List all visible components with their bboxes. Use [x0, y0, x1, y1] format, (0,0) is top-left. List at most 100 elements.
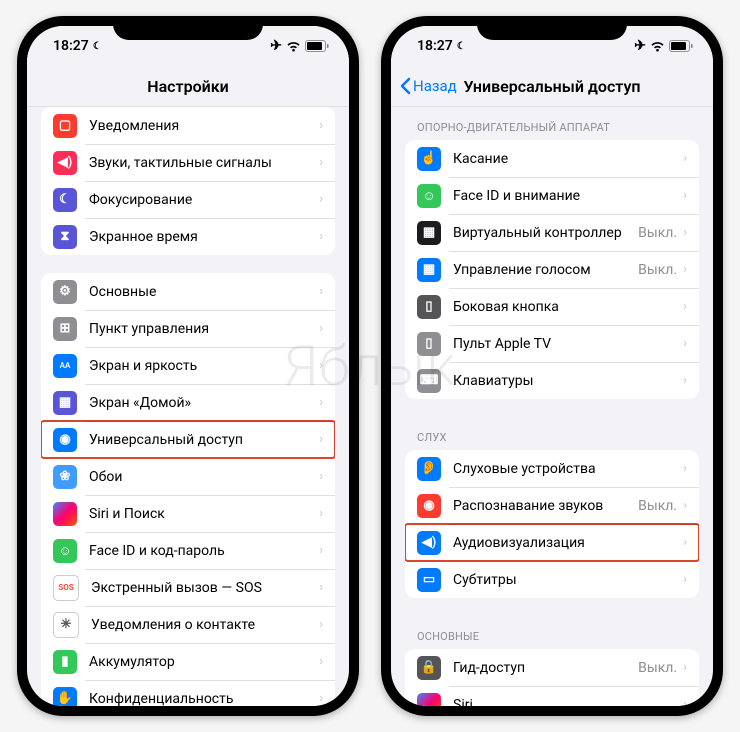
- settings-group: ☝Касание›☺Face ID и внимание›▦Виртуальны…: [405, 140, 699, 399]
- settings-row[interactable]: ✳Уведомления о контакте›: [41, 606, 335, 643]
- control-center-icon: ⊞: [53, 317, 77, 341]
- apple-tv-remote-icon: ▯: [417, 332, 441, 356]
- display-icon: AA: [53, 354, 77, 378]
- chevron-right-icon: ›: [319, 358, 323, 373]
- guided-access-icon: 🔒: [417, 656, 441, 680]
- row-label: Клавиатуры: [453, 373, 683, 389]
- settings-row[interactable]: AA Экран и яркость›: [41, 347, 335, 384]
- sounds-icon: ◀): [53, 151, 77, 175]
- chevron-right-icon: ›: [319, 543, 323, 558]
- page-title: Настройки: [147, 77, 229, 96]
- row-label: Пульт Apple TV: [453, 336, 683, 352]
- notch: [477, 16, 627, 40]
- screen-right: 18:27 ☾ ✈︎ Назад Универсальный доступ ОП…: [391, 26, 713, 706]
- row-label: Боковая кнопка: [453, 299, 683, 315]
- privacy-icon: ✋: [53, 687, 77, 707]
- notifications-icon: ▢: [53, 114, 77, 138]
- voice-control-icon: ▦: [417, 258, 441, 282]
- hearing-devices-icon: 👂: [417, 457, 441, 481]
- back-button[interactable]: Назад: [399, 77, 457, 95]
- back-label: Назад: [413, 77, 457, 95]
- settings-row[interactable]: ☺Face ID и внимание›: [405, 177, 699, 214]
- status-right: ✈︎: [270, 38, 329, 54]
- settings-row[interactable]: ◀) Звуки, тактильные сигналы›: [41, 144, 335, 181]
- home-screen-icon: ▦: [53, 391, 77, 415]
- chevron-right-icon: ›: [683, 225, 687, 240]
- settings-row[interactable]: ◉Универсальный доступ›: [41, 421, 335, 458]
- settings-row[interactable]: ◉Распознавание звуковВыкл.›: [405, 487, 699, 524]
- focus-icon: ☾: [53, 188, 77, 212]
- settings-row[interactable]: ❀Обои›: [41, 458, 335, 495]
- chevron-right-icon: ›: [319, 469, 323, 484]
- sos-icon: SOS: [53, 575, 79, 601]
- row-label: Универсальный доступ: [89, 432, 319, 448]
- row-label: Экран и яркость: [89, 358, 319, 374]
- settings-row[interactable]: ⚙Основные›: [41, 273, 335, 310]
- settings-row[interactable]: ▦Управление голосомВыкл.›: [405, 251, 699, 288]
- chevron-right-icon: ›: [319, 155, 323, 170]
- row-label: Уведомления: [89, 118, 319, 134]
- accessibility-list[interactable]: ОПОРНО-ДВИГАТЕЛЬНЫЙ АППАРАТ☝Касание› ☺ Fac…: [391, 107, 713, 706]
- chevron-right-icon: ›: [683, 336, 687, 351]
- settings-row[interactable]: SOSЭкстренный вызов — SOS›: [41, 569, 335, 606]
- row-label: Экстренный вызов — SOS: [91, 580, 319, 596]
- settings-row[interactable]: ▭Субтитры›: [405, 561, 699, 598]
- accessibility-icon: ◉: [53, 428, 77, 452]
- faceid-icon: ☺: [53, 539, 77, 563]
- chevron-right-icon: ›: [319, 321, 323, 336]
- row-label: Siri: [453, 697, 683, 707]
- phone-right: 18:27 ☾ ✈︎ Назад Универсальный доступ ОП…: [381, 16, 723, 716]
- moon-icon: ☾: [93, 41, 102, 52]
- chevron-right-icon: ›: [683, 299, 687, 314]
- face-attention-icon: ☺: [417, 184, 441, 208]
- section-header: СЛУХ: [405, 417, 699, 450]
- settings-row[interactable]: ☾Фокусирование›: [41, 181, 335, 218]
- settings-row[interactable]: Siri и Поиск›: [41, 495, 335, 532]
- sound-recognition-icon: ◉: [417, 494, 441, 518]
- screen-left: 18:27 ☾ ✈︎ Настройки ▢Уведомления›◀)Звук…: [27, 26, 349, 706]
- row-label: Face ID и внимание: [453, 188, 683, 204]
- settings-row[interactable]: ▦Виртуальный контроллерВыкл.›: [405, 214, 699, 251]
- notch: [113, 16, 263, 40]
- chevron-right-icon: ›: [319, 506, 323, 521]
- settings-list[interactable]: ▢Уведомления›◀)Звуки, тактильные сигналы…: [27, 107, 349, 706]
- settings-row[interactable]: 👂 Слуховые устройства›: [405, 450, 699, 487]
- row-label: Обои: [89, 469, 319, 485]
- row-label: Face ID и код-пароль: [89, 543, 319, 559]
- row-label: Конфиденциальность: [89, 691, 319, 707]
- settings-row[interactable]: ◀)Аудиовизуализация›: [405, 524, 699, 561]
- settings-row[interactable]: ☺ Face ID и код-пароль›: [41, 532, 335, 569]
- chevron-right-icon: ›: [683, 151, 687, 166]
- chevron-right-icon: ›: [319, 691, 323, 706]
- settings-row[interactable]: ▢ Уведомления›: [41, 107, 335, 144]
- navbar-left: Настройки: [27, 66, 349, 107]
- row-value: Выкл.: [638, 262, 677, 278]
- settings-row[interactable]: ▯ Пульт Apple TV›: [405, 325, 699, 362]
- settings-row[interactable]: ▮Аккумулятор›: [41, 643, 335, 680]
- page-title: Универсальный доступ: [464, 77, 641, 96]
- settings-row[interactable]: ⊞Пункт управления›: [41, 310, 335, 347]
- section-header: ОПОРНО-ДВИГАТЕЛЬНЫЙ АППАРАТ: [405, 107, 699, 140]
- settings-row[interactable]: 🔒Гид-доступВыкл.›: [405, 649, 699, 686]
- audio-visual-icon: ◀): [417, 531, 441, 555]
- row-value: Выкл.: [638, 498, 677, 514]
- keyboards-icon: ⌨: [417, 369, 441, 393]
- settings-group: ▢Уведомления›◀)Звуки, тактильные сигналы…: [41, 107, 335, 255]
- row-label: Аудиовизуализация: [453, 535, 683, 551]
- chevron-right-icon: ›: [319, 118, 323, 133]
- row-label: Слуховые устройства: [453, 461, 683, 477]
- switch-control-icon: ▦: [417, 221, 441, 245]
- status-time: 18:27: [417, 38, 453, 54]
- settings-row[interactable]: ⌨Клавиатуры›: [405, 362, 699, 399]
- settings-row[interactable]: ☝Касание›: [405, 140, 699, 177]
- settings-row[interactable]: Siri›: [405, 686, 699, 706]
- chevron-right-icon: ›: [319, 229, 323, 244]
- row-label: Звуки, тактильные сигналы: [89, 155, 319, 171]
- settings-row[interactable]: ▯Боковая кнопка›: [405, 288, 699, 325]
- chevron-right-icon: ›: [683, 697, 687, 706]
- settings-row[interactable]: ▦Экран «Домой»›: [41, 384, 335, 421]
- battery-icon: ▮: [53, 650, 77, 674]
- settings-row[interactable]: ⧗Экранное время›: [41, 218, 335, 255]
- settings-row[interactable]: ✋ Конфиденциальность›: [41, 680, 335, 706]
- chevron-right-icon: ›: [683, 461, 687, 476]
